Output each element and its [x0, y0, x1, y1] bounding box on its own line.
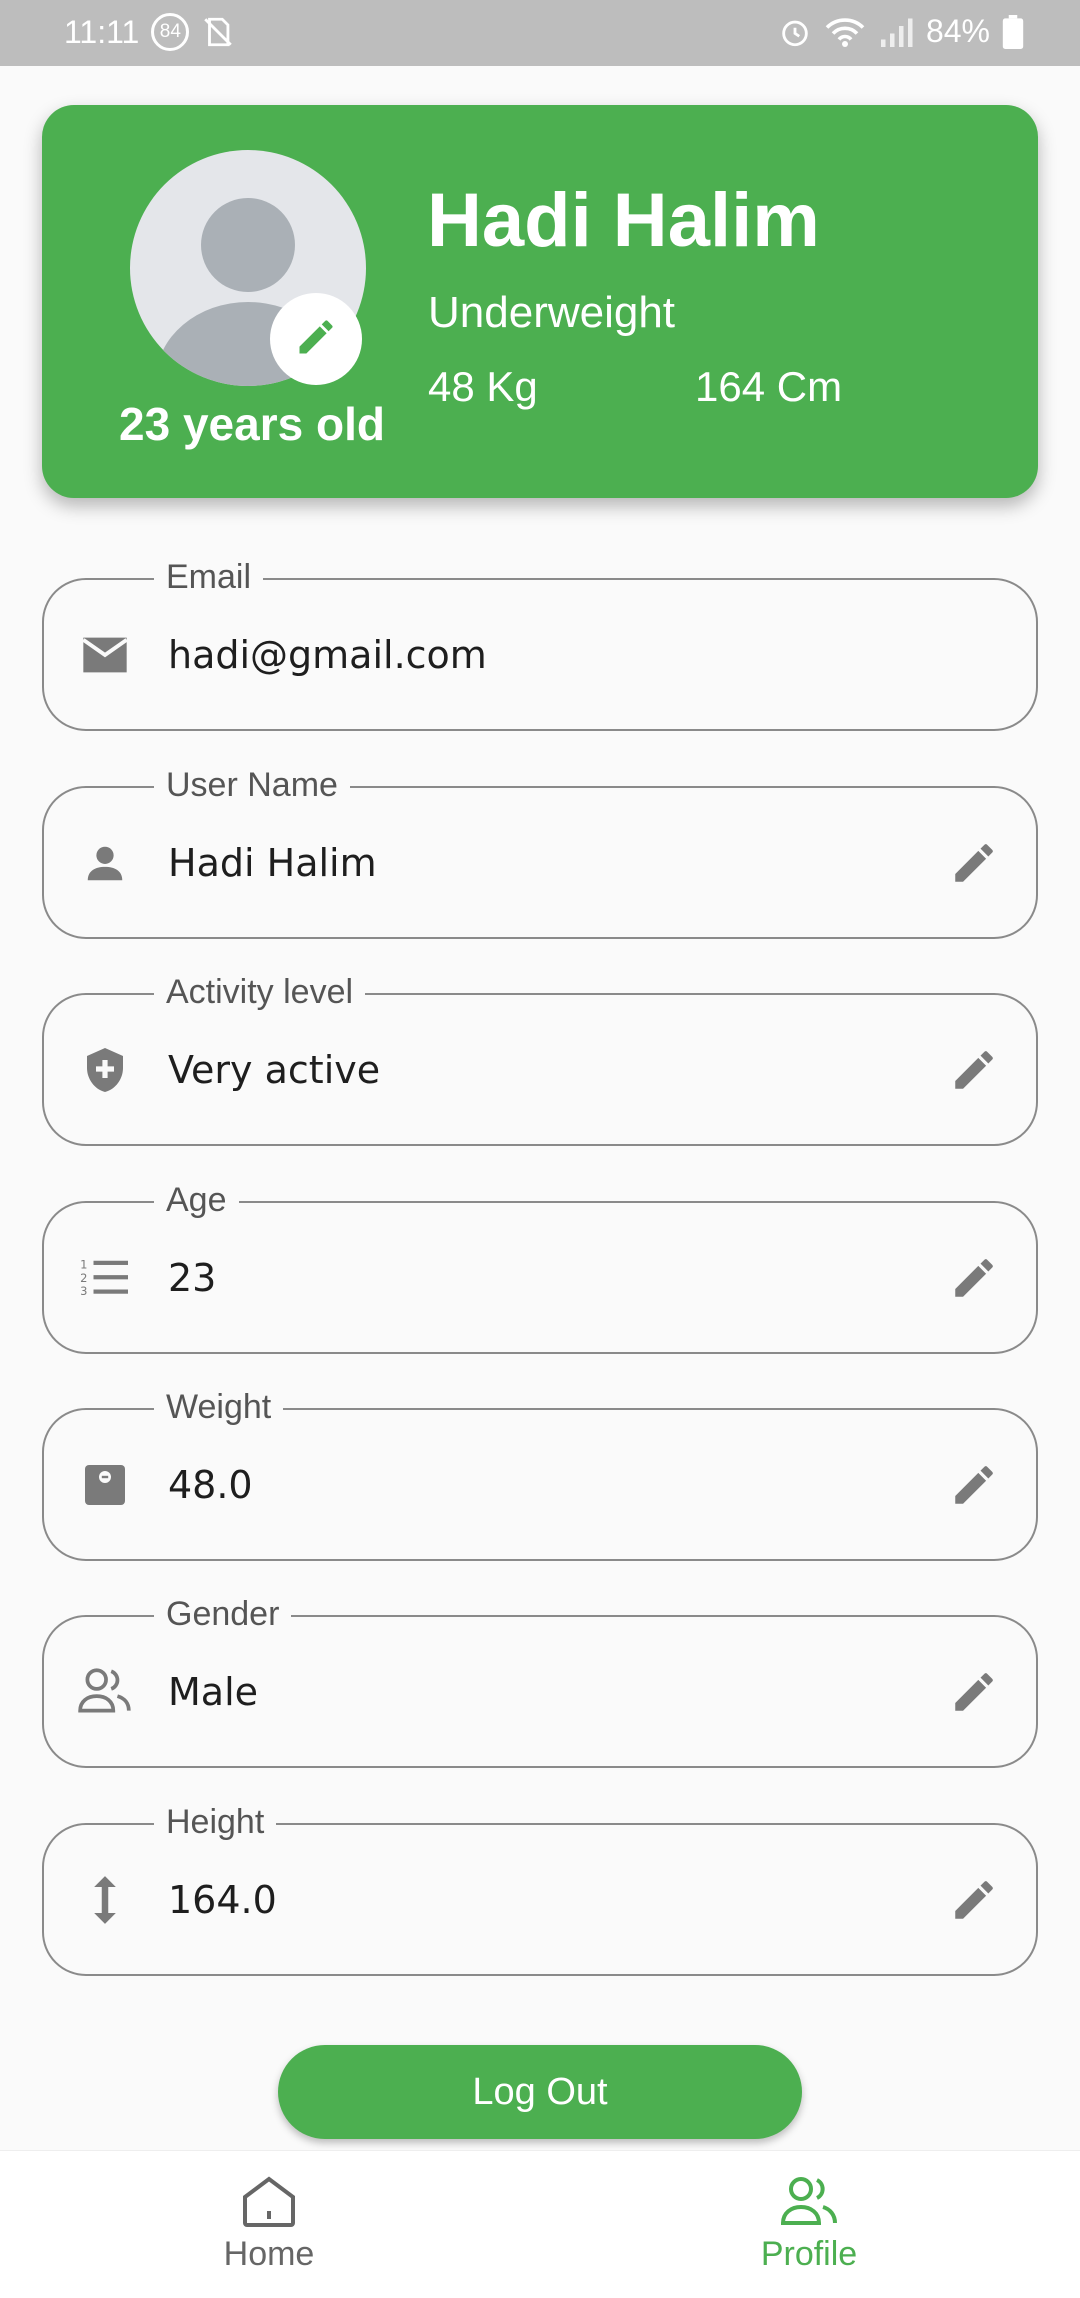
status-time: 11:11 — [64, 13, 140, 50]
email-label: Email — [154, 556, 264, 598]
edit-weight-button[interactable] — [946, 1457, 1002, 1513]
numbered-list-icon: 1 2 3 — [74, 1247, 136, 1309]
age-text: 23 years old — [119, 398, 385, 450]
svg-text:2: 2 — [80, 1270, 87, 1284]
username-value: Hadi Halim — [168, 840, 377, 885]
edit-activity-level-button[interactable] — [946, 1042, 1002, 1098]
gender-field[interactable]: Gender Male — [42, 1593, 1038, 1768]
profile-card: 23 years old Hadi Halim Underweight 48 K… — [42, 105, 1038, 498]
nav-home-label: Home — [223, 2235, 315, 2273]
weight-field[interactable]: Weight 48.0 — [42, 1386, 1038, 1561]
pencil-icon — [955, 1880, 993, 1919]
wifi-icon — [824, 15, 866, 49]
people-icon — [74, 1661, 136, 1723]
username-label: User Name — [154, 764, 350, 806]
mail-icon — [74, 624, 136, 686]
no-sim-icon — [201, 15, 235, 49]
email-field[interactable]: Email hadi@gmail.com — [42, 556, 1038, 731]
signal-icon — [878, 15, 914, 49]
age-field[interactable]: Age 1 2 3 23 — [42, 1179, 1038, 1354]
weight-label: Weight — [154, 1386, 284, 1428]
age-label: Age — [154, 1179, 239, 1221]
pencil-icon — [955, 1672, 993, 1711]
age-value: 23 — [168, 1255, 217, 1300]
pencil-icon — [294, 315, 338, 363]
nav-profile-label: Profile — [760, 2235, 858, 2273]
pencil-icon — [955, 1050, 993, 1089]
edit-age-button[interactable] — [946, 1250, 1002, 1306]
height-label: Height — [154, 1801, 277, 1843]
profile-name: Hadi Halim — [427, 178, 820, 263]
height-value: 164.0 — [168, 1877, 277, 1922]
svg-text:3: 3 — [80, 1284, 87, 1298]
alarm-icon — [778, 15, 812, 49]
pencil-icon — [955, 1465, 993, 1504]
edit-gender-button[interactable] — [946, 1664, 1002, 1720]
vertical-arrows-icon — [74, 1869, 136, 1931]
pencil-icon — [955, 843, 993, 882]
status-bar: 11:11 84 84% — [0, 0, 1080, 66]
activity-level-value: Very active — [168, 1047, 381, 1092]
profile-weight: 48 Kg — [428, 363, 538, 410]
edit-height-button[interactable] — [946, 1872, 1002, 1928]
scale-icon — [74, 1454, 136, 1516]
person-icon — [74, 832, 136, 894]
gender-value: Male — [168, 1669, 259, 1714]
email-value: hadi@gmail.com — [168, 632, 487, 677]
notification-count-badge: 84 — [151, 13, 190, 51]
nav-home[interactable]: Home — [159, 2173, 379, 2274]
shield-plus-icon — [74, 1039, 136, 1101]
pencil-icon — [955, 1258, 993, 1297]
username-field[interactable]: User Name Hadi Halim — [42, 764, 1038, 939]
edit-avatar-button[interactable] — [270, 293, 362, 385]
battery-icon — [1002, 14, 1024, 49]
bottom-nav: Home Profile — [0, 2150, 1080, 2298]
weight-status: Underweight — [428, 288, 676, 337]
svg-text:1: 1 — [80, 1257, 87, 1271]
height-field[interactable]: Height 164.0 — [42, 1801, 1038, 1976]
gender-label: Gender — [154, 1593, 292, 1635]
battery-percent: 84% — [925, 13, 990, 49]
logout-button[interactable]: Log Out — [278, 2045, 802, 2139]
home-icon — [243, 2176, 295, 2227]
weight-value: 48.0 — [168, 1462, 253, 1507]
edit-username-button[interactable] — [946, 835, 1002, 891]
activity-level-label: Activity level — [154, 971, 366, 1013]
profile-height: 164 Cm — [695, 363, 843, 410]
activity-level-field[interactable]: Activity level Very active — [42, 971, 1038, 1146]
nav-profile[interactable]: Profile — [699, 2173, 919, 2274]
people-icon — [780, 2177, 837, 2225]
